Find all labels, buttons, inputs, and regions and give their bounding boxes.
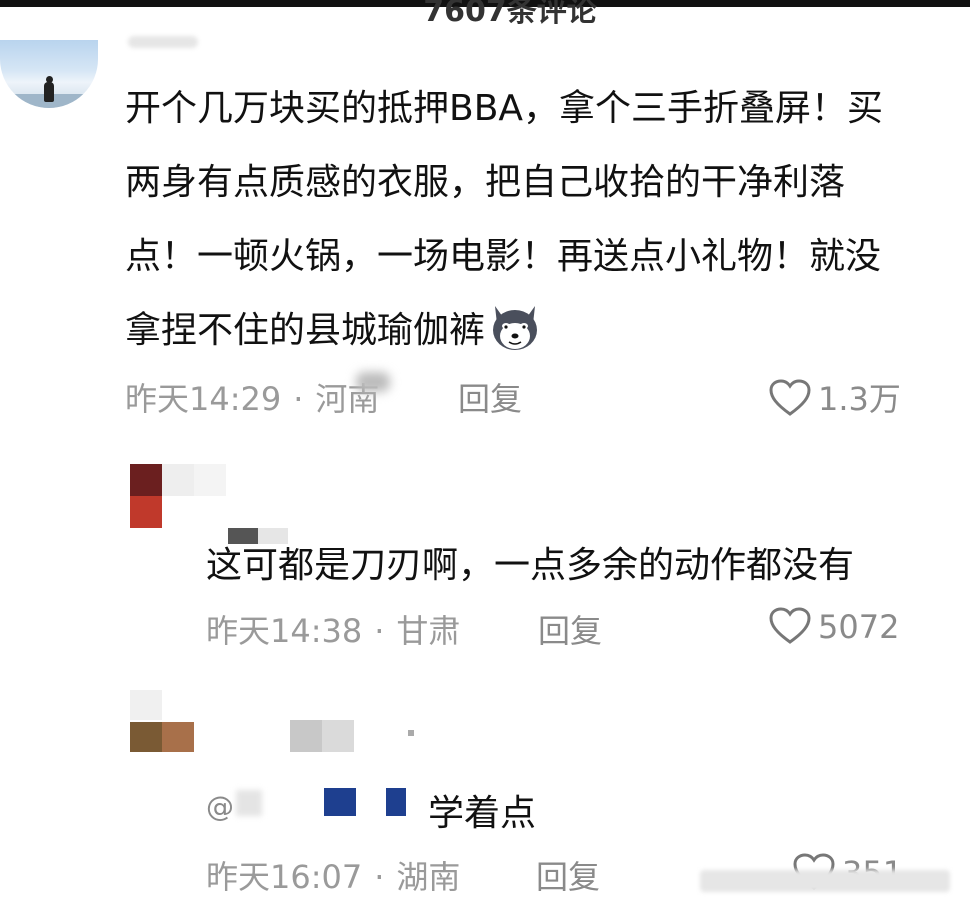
comment-line: 点！一顿火锅，一场电影！再送点小礼物！就没 xyxy=(125,236,882,277)
avatar[interactable] xyxy=(0,40,98,108)
like-count: 5072 xyxy=(818,608,900,646)
reply-time: 昨天14:38 xyxy=(206,612,363,650)
comment-line: 两身有点质感的衣服，把自己收拾的干净利落 xyxy=(125,162,846,203)
comment-line: 开个几万块买的抵押BBA，拿个三手折叠屏！买 xyxy=(125,88,884,129)
like-button[interactable]: 1.3万 xyxy=(768,374,901,420)
comment-meta: 昨天14:29 · 河南 xyxy=(125,374,379,420)
location-obscured xyxy=(356,372,390,392)
reply-meta: 昨天14:38 · 甘肃 xyxy=(206,606,460,652)
separator-dot: · xyxy=(374,612,385,650)
heart-icon xyxy=(769,607,811,644)
husky-dog-emoji xyxy=(487,298,543,354)
comment-count-title: 7607条评论 xyxy=(423,0,597,29)
comment-time: 昨天14:29 xyxy=(125,380,282,418)
like-button[interactable]: 5072 xyxy=(768,606,899,646)
heart-icon xyxy=(769,379,811,416)
reply-body: @ xyxy=(206,784,234,825)
reply-button[interactable]: 回复 xyxy=(536,852,600,898)
separator-dot: · xyxy=(293,380,304,418)
reply-location: 湖南 xyxy=(396,858,461,896)
reply-body: 这可都是刀刃啊，一点多余的动作都没有 xyxy=(206,545,855,586)
mention-at[interactable]: @ xyxy=(206,790,234,823)
separator-dot: · xyxy=(374,858,385,896)
comment-body: 开个几万块买的抵押BBA，拿个三手折叠屏！买 两身有点质感的衣服，把自己收拾的干… xyxy=(125,72,970,368)
username-obscured[interactable] xyxy=(128,36,198,48)
comment-line: 拿捏不住的县城瑜伽裤 xyxy=(125,294,970,368)
comment-line-text: 拿捏不住的县城瑜伽裤 xyxy=(125,310,486,351)
reply-body-text: 学着点 xyxy=(428,793,537,834)
avatar-person xyxy=(44,82,54,102)
reply-button[interactable]: 回复 xyxy=(458,374,522,420)
reply-button[interactable]: 回复 xyxy=(538,606,602,652)
reply-location: 甘肃 xyxy=(396,612,461,650)
watermark-obscured xyxy=(700,870,950,892)
reply-time: 昨天16:07 xyxy=(206,858,363,896)
reply-meta: 昨天16:07 · 湖南 xyxy=(206,852,460,898)
like-count: 1.3万 xyxy=(818,380,901,418)
